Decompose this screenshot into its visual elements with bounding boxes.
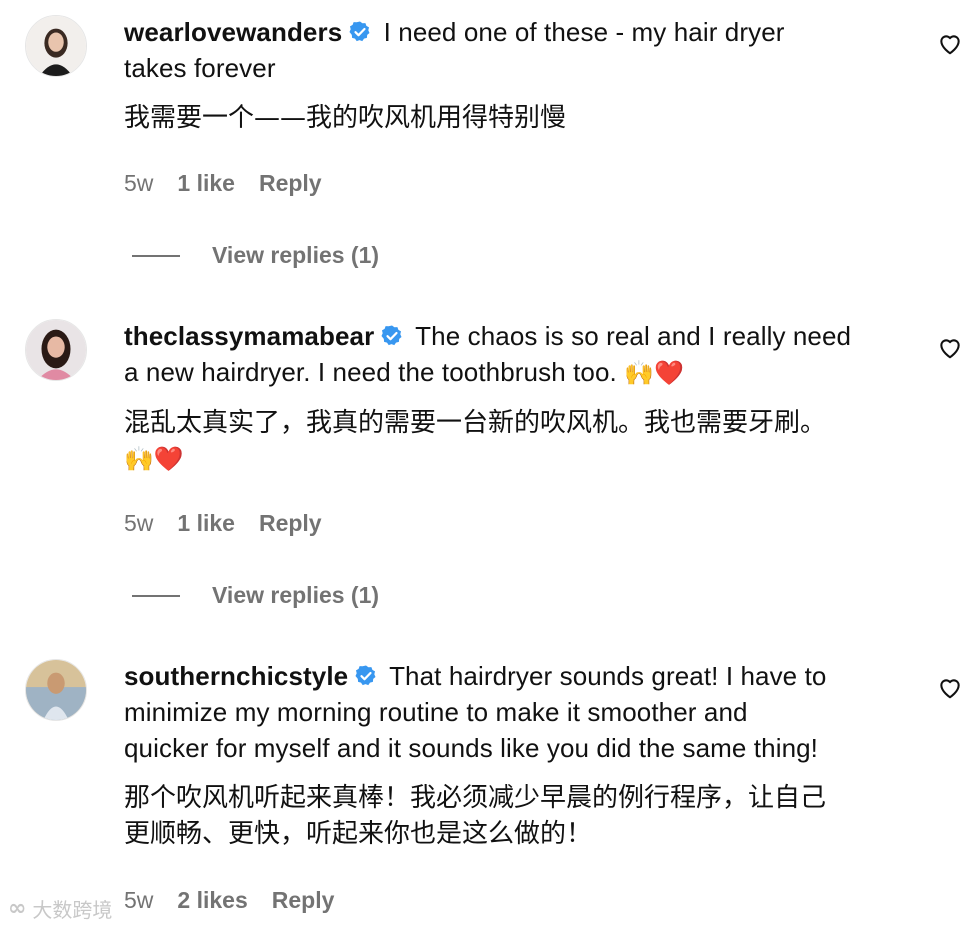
username[interactable]: southernchicstyle	[124, 661, 348, 691]
verified-badge-icon	[348, 20, 372, 44]
comment-time: 5w	[124, 510, 154, 536]
like-count[interactable]: 1 like	[177, 170, 235, 197]
like-count[interactable]: 2 likes	[177, 887, 247, 914]
comment-time: 5w	[124, 170, 154, 196]
divider	[132, 594, 180, 597]
verified-badge-icon	[380, 324, 404, 348]
comment-text-cont: a new hairdryer. I need the toothbrush t…	[124, 357, 617, 387]
username[interactable]: theclassymamabear	[124, 321, 374, 351]
comment-translation: 混乱太真实了，我真的需要一台新的吹风机。我也需要牙刷。	[124, 408, 827, 438]
comment-text-cont: takes forever	[124, 53, 276, 83]
comment-translation-cont: 更顺畅、更快，听起来你也是这么做的！	[124, 819, 593, 849]
heart-outline-icon[interactable]	[937, 675, 963, 701]
view-replies-button[interactable]: View replies (1)	[132, 582, 379, 609]
view-replies-label: View replies (1)	[212, 582, 380, 608]
avatar[interactable]	[25, 15, 87, 77]
heart-outline-icon[interactable]	[937, 335, 963, 361]
watermark-logo-icon: ∞	[8, 896, 27, 921]
comment-translation: 那个吹风机听起来真棒！我必须减少早晨的例行程序，让自己	[124, 783, 827, 813]
avatar[interactable]	[25, 319, 87, 381]
comment-translation: 我需要一个——我的吹风机用得特别慢	[124, 103, 567, 133]
watermark: ∞ 大数跨境	[8, 894, 112, 923]
comment-time: 5w	[124, 887, 154, 913]
like-count[interactable]: 1 like	[177, 510, 235, 537]
comment-text-cont: minimize my morning routine to make it s…	[124, 697, 748, 727]
view-replies-label: View replies (1)	[212, 242, 380, 268]
emoji: 🙌❤️	[624, 359, 685, 387]
comment-text: That hairdryer sounds great! I have to	[389, 661, 827, 691]
reply-button[interactable]: Reply	[259, 510, 322, 537]
comment-text: I need one of these - my hair dryer	[383, 17, 785, 47]
view-replies-button[interactable]: View replies (1)	[132, 242, 379, 269]
avatar[interactable]	[25, 659, 87, 721]
reply-button[interactable]: Reply	[259, 170, 322, 197]
divider	[132, 254, 180, 257]
comment-text-cont: quicker for myself and it sounds like yo…	[124, 733, 819, 763]
username[interactable]: wearlovewanders	[124, 17, 342, 47]
comment-text: The chaos is so real and I really need	[415, 321, 852, 351]
emoji: 🙌❤️	[124, 445, 184, 473]
watermark-text: 大数跨境	[32, 898, 113, 922]
reply-button[interactable]: Reply	[272, 887, 335, 914]
verified-badge-icon	[354, 664, 378, 688]
heart-outline-icon[interactable]	[937, 31, 963, 57]
